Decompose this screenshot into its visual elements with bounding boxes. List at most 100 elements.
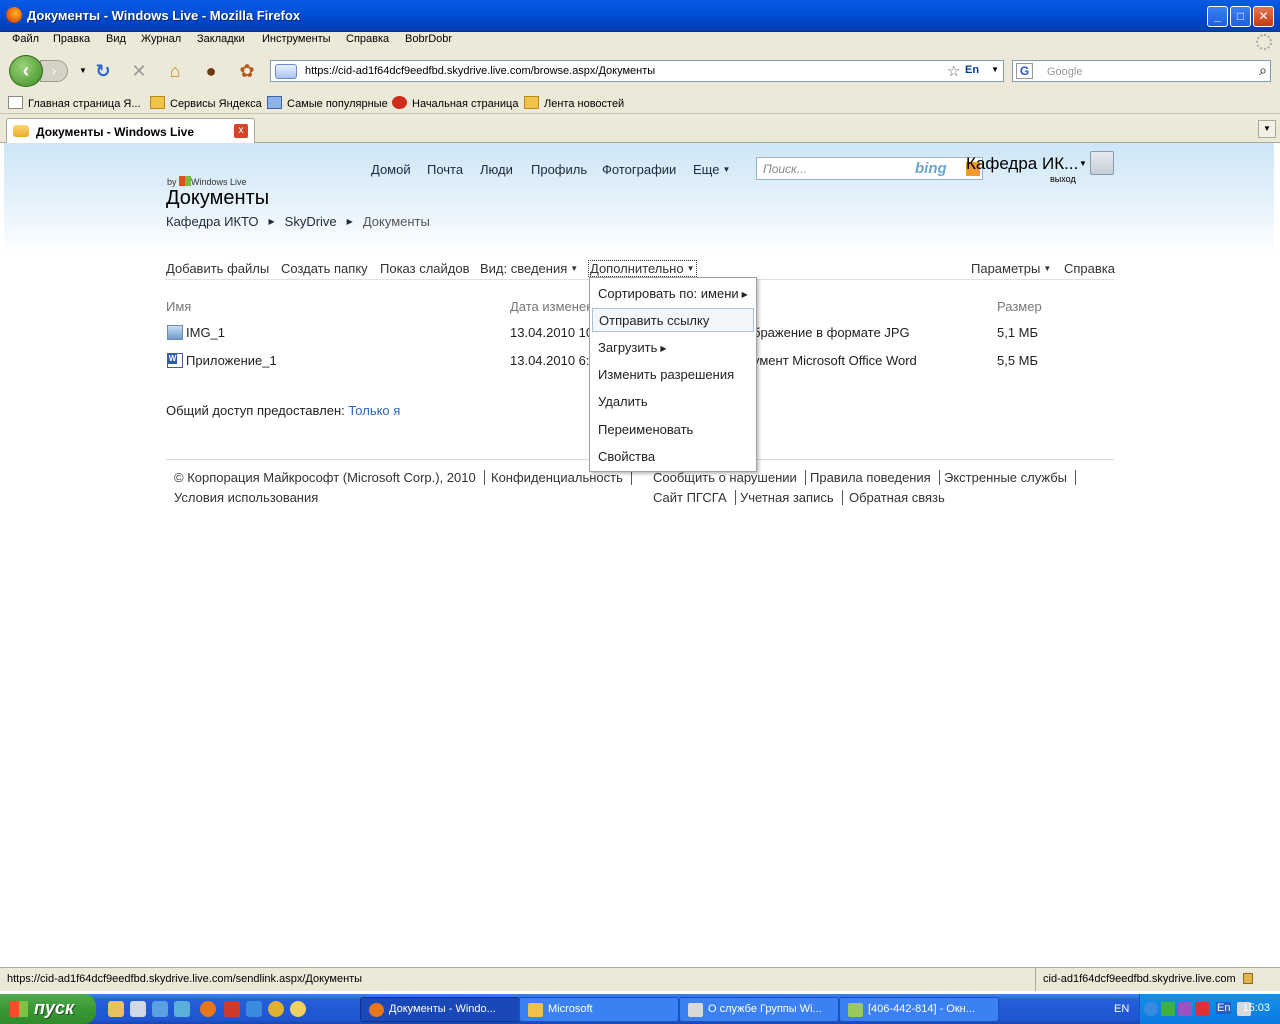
- logout-link[interactable]: выход: [1050, 174, 1076, 184]
- bookmark-star-icon[interactable]: ☆: [947, 62, 960, 80]
- column-header-date[interactable]: Дата изменен: [510, 299, 593, 314]
- history-dropdown-icon[interactable]: ▼: [72, 60, 94, 82]
- address-dropdown-icon[interactable]: ▼: [991, 65, 999, 74]
- quicklaunch-media-icon[interactable]: [290, 1001, 306, 1017]
- lock-icon[interactable]: [1243, 973, 1253, 984]
- search-input[interactable]: Google: [1047, 66, 1082, 78]
- tray-network-icon[interactable]: [1161, 1002, 1175, 1016]
- minimize-button[interactable]: _: [1207, 6, 1228, 27]
- task-about-dialog[interactable]: О службе Группы Wi...: [679, 997, 839, 1022]
- footer-rules-link[interactable]: Правила поведения: [810, 470, 940, 485]
- stop-icon[interactable]: ✕: [128, 60, 150, 82]
- maximize-button[interactable]: □: [1230, 6, 1251, 27]
- reload-icon[interactable]: ↻: [92, 60, 114, 82]
- menu-edit[interactable]: Правка: [53, 33, 90, 45]
- nav-mail[interactable]: Почта: [427, 162, 463, 177]
- footer-emergency-link[interactable]: Экстренные службы: [944, 470, 1076, 485]
- nav-photos[interactable]: Фотографии: [602, 162, 676, 177]
- task-remote-session[interactable]: [406-442-814] - Окн...: [839, 997, 999, 1022]
- all-tabs-dropdown-icon[interactable]: ▼: [1258, 120, 1276, 138]
- footer-site-link[interactable]: Сайт ПГСГА: [653, 490, 736, 505]
- more-button[interactable]: Дополнительно ▼: [588, 260, 697, 277]
- user-name[interactable]: Кафедра ИК...: [966, 154, 1078, 174]
- slideshow-button[interactable]: Показ слайдов: [380, 261, 470, 276]
- site-search[interactable]: Поиск... bing: [756, 157, 983, 180]
- add-files-button[interactable]: Добавить файлы: [166, 261, 269, 276]
- tray-kaspersky-icon[interactable]: [1195, 1002, 1209, 1016]
- quicklaunch-ie2-icon[interactable]: [246, 1001, 262, 1017]
- menu-item-download[interactable]: Загрузить ▶: [592, 336, 754, 360]
- window-titlebar[interactable]: Документы - Windows Live - Mozilla Firef…: [0, 0, 1280, 32]
- tab-documents[interactable]: Документы - Windows Live x: [6, 118, 255, 143]
- bookmark-most-popular[interactable]: Самые популярные: [267, 96, 388, 110]
- menu-item-rename[interactable]: Переименовать: [592, 418, 754, 442]
- tray-app-icon[interactable]: [1178, 1002, 1192, 1016]
- home-icon[interactable]: ⌂: [164, 60, 186, 82]
- menu-item-permissions[interactable]: Изменить разрешения: [592, 363, 754, 387]
- close-window-button[interactable]: ✕: [1253, 6, 1274, 27]
- bookmark-yandex-services[interactable]: Сервисы Яндекса: [150, 96, 262, 110]
- nav-profile[interactable]: Профиль: [531, 162, 587, 177]
- bookmark-news-feed[interactable]: Лента новостей: [524, 96, 624, 110]
- tray-arrow-icon[interactable]: [1144, 1002, 1158, 1016]
- column-header-name[interactable]: Имя: [166, 299, 191, 314]
- help-link[interactable]: Справка: [1064, 261, 1115, 276]
- search-bar[interactable]: G Google ⌕: [1012, 60, 1271, 82]
- footer-privacy-link[interactable]: Конфиденциальность: [491, 470, 632, 485]
- bookmark-yandex-home[interactable]: Главная страница Я...: [8, 96, 141, 110]
- menu-item-send-link[interactable]: Отправить ссылку: [592, 308, 754, 332]
- footer-terms-link[interactable]: Условия использования: [174, 490, 318, 505]
- menu-bobrdobr[interactable]: BobrDobr: [405, 33, 452, 45]
- task-firefox[interactable]: Документы - Windo...: [360, 997, 520, 1022]
- sharing-value-link[interactable]: Только я: [348, 403, 400, 418]
- menu-history[interactable]: Журнал: [141, 33, 181, 45]
- menu-help[interactable]: Справка: [346, 33, 389, 45]
- start-button[interactable]: пуск: [0, 994, 96, 1024]
- menu-bookmarks[interactable]: Закладки: [197, 33, 245, 45]
- create-folder-button[interactable]: Создать папку: [281, 261, 368, 276]
- site-identity-icon[interactable]: [275, 64, 297, 79]
- quicklaunch-ie-icon[interactable]: [152, 1001, 168, 1017]
- menu-item-properties[interactable]: Свойства: [592, 445, 754, 469]
- tab-close-button[interactable]: x: [234, 124, 248, 138]
- google-icon[interactable]: G: [1016, 63, 1033, 79]
- address-bar[interactable]: https://cid-ad1f64dcf9eedfbd.skydrive.li…: [270, 60, 1004, 82]
- quicklaunch-opera-icon[interactable]: [224, 1001, 240, 1017]
- avatar[interactable]: [1090, 151, 1114, 175]
- nav-people[interactable]: Люди: [480, 162, 513, 177]
- user-dropdown-icon[interactable]: ▼: [1079, 159, 1087, 168]
- breadcrumb-user[interactable]: Кафедра ИКТО: [166, 214, 259, 229]
- tray-language-icon[interactable]: En: [1216, 1002, 1232, 1014]
- breadcrumb-skydrive[interactable]: SkyDrive: [285, 214, 337, 229]
- back-button[interactable]: ‹: [9, 55, 43, 87]
- site-search-input[interactable]: Поиск...: [763, 162, 807, 176]
- nav-home[interactable]: Домой: [371, 162, 411, 177]
- task-explorer-folder[interactable]: Microsoft: [519, 997, 679, 1022]
- forward-button[interactable]: ›: [40, 60, 68, 82]
- bobrdobr-icon[interactable]: ●: [200, 60, 222, 82]
- quicklaunch-chrome-icon[interactable]: [268, 1001, 284, 1017]
- search-icon[interactable]: ⌕: [1259, 62, 1267, 79]
- footer-report-link[interactable]: Сообщить о нарушении: [653, 470, 806, 485]
- paw-icon[interactable]: ✿: [236, 60, 258, 82]
- menu-tools[interactable]: Инструменты: [262, 33, 331, 45]
- quicklaunch-tool-icon[interactable]: [174, 1001, 190, 1017]
- menu-file[interactable]: Файл: [12, 33, 39, 45]
- footer-feedback-link[interactable]: Обратная связь: [849, 490, 945, 505]
- file-name[interactable]: Приложение_1: [186, 353, 277, 368]
- file-name[interactable]: IMG_1: [186, 325, 225, 340]
- quicklaunch-desktop-icon[interactable]: [108, 1001, 124, 1017]
- settings-button[interactable]: Параметры ▼: [971, 261, 1051, 276]
- address-input[interactable]: https://cid-ad1f64dcf9eedfbd.skydrive.li…: [305, 65, 655, 77]
- quicklaunch-network-icon[interactable]: [130, 1001, 146, 1017]
- menu-item-sort[interactable]: Сортировать по: имени ▶: [592, 282, 754, 306]
- menu-item-delete[interactable]: Удалить: [592, 390, 754, 414]
- quicklaunch-firefox-icon[interactable]: [200, 1001, 216, 1017]
- input-language[interactable]: EN: [1114, 1003, 1129, 1015]
- language-badge[interactable]: En: [965, 64, 979, 76]
- footer-account-link[interactable]: Учетная запись: [740, 490, 843, 505]
- nav-more[interactable]: Еще ▼: [693, 162, 730, 177]
- bookmark-start-page[interactable]: Начальная страница: [392, 96, 518, 110]
- column-header-size[interactable]: Размер: [997, 299, 1042, 314]
- menu-view[interactable]: Вид: [106, 33, 126, 45]
